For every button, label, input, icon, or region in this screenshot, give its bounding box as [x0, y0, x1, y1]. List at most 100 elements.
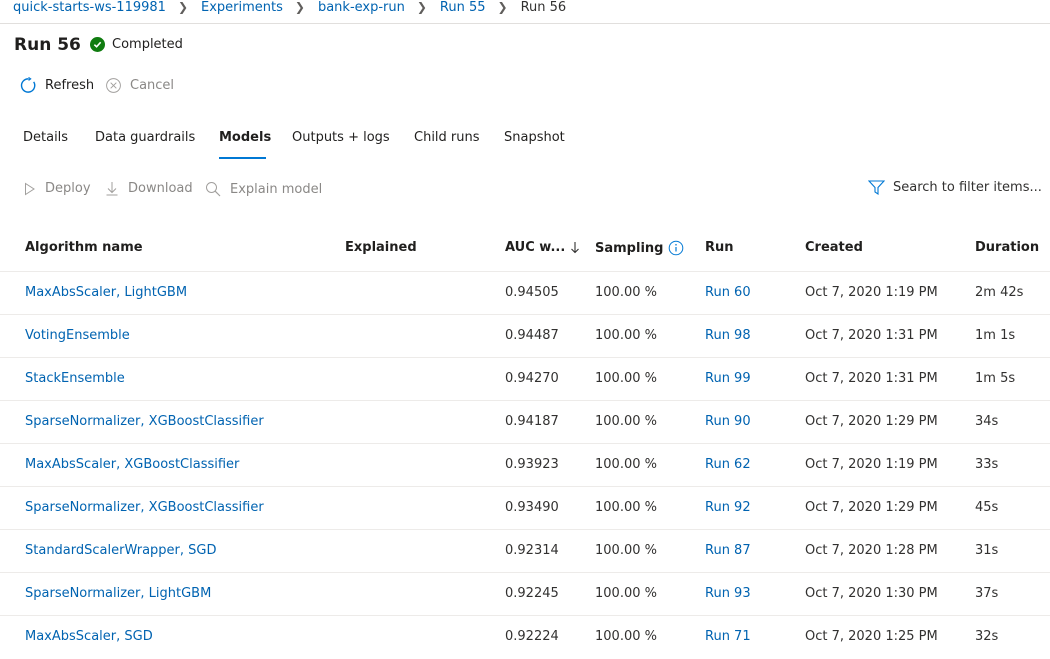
created-cell: Oct 7, 2020 1:19 PM [805, 285, 938, 300]
sampling-cell: 100.00 % [595, 328, 657, 343]
column-header-created[interactable]: Created [805, 240, 863, 255]
duration-cell: 32s [975, 629, 999, 644]
tab-outputs-logs[interactable]: Outputs + logs [292, 125, 390, 159]
auc-cell: 0.94487 [505, 328, 559, 343]
explain-model-button[interactable]: Explain model [205, 181, 322, 197]
deploy-button[interactable]: Deploy [24, 181, 91, 196]
algorithm-link[interactable]: SparseNormalizer, LightGBM [25, 586, 211, 601]
auc-cell: 0.92245 [505, 586, 559, 601]
table-row[interactable]: SparseNormalizer, LightGBM 0.92245 100.00 … [0, 572, 1050, 616]
column-header-auc[interactable]: AUC w... [505, 240, 580, 255]
sampling-cell: 100.00 % [595, 457, 657, 472]
table-row[interactable]: MaxAbsScaler, XGBoostClassifier 0.93923 10… [0, 443, 1050, 487]
page-title: Run 56 [14, 35, 81, 55]
created-cell: Oct 7, 2020 1:28 PM [805, 543, 938, 558]
download-label: Download [128, 181, 193, 196]
sampling-cell: 100.00 % [595, 629, 657, 644]
duration-cell: 31s [975, 543, 999, 558]
created-cell: Oct 7, 2020 1:30 PM [805, 586, 938, 601]
algorithm-link[interactable]: MaxAbsScaler, SGD [25, 629, 153, 644]
run-link[interactable]: Run 99 [705, 371, 751, 386]
cancel-label: Cancel [130, 78, 175, 93]
table-row[interactable]: MaxAbsScaler, SGD 0.92224 100.00 % Run 71 Oc… [0, 615, 1050, 659]
tab-snapshot[interactable]: Snapshot [504, 125, 565, 159]
column-header-sampling[interactable]: Sampling [595, 240, 684, 256]
download-icon [106, 182, 118, 196]
chevron-right-icon: ❯ [294, 0, 305, 14]
tab-data-guardrails[interactable]: Data guardrails [95, 125, 195, 159]
run-link[interactable]: Run 62 [705, 457, 751, 472]
table-row[interactable]: StandardScalerWrapper, SGD 0.92314 100.00 … [0, 529, 1050, 573]
run-link[interactable]: Run 90 [705, 414, 751, 429]
run-link[interactable]: Run 71 [705, 629, 751, 644]
sampling-cell: 100.00 % [595, 543, 657, 558]
sampling-cell: 100.00 % [595, 371, 657, 386]
sampling-cell: 100.00 % [595, 285, 657, 300]
play-icon [25, 182, 35, 195]
tab-models[interactable]: Models [219, 125, 271, 159]
run-link[interactable]: Run 92 [705, 500, 751, 515]
auc-cell: 0.94505 [505, 285, 559, 300]
breadcrumb-current: Run 56 [520, 0, 567, 15]
duration-cell: 2m 42s [975, 285, 1024, 300]
duration-cell: 33s [975, 457, 999, 472]
duration-cell: 37s [975, 586, 999, 601]
algorithm-link[interactable]: MaxAbsScaler, XGBoostClassifier [25, 457, 239, 472]
algorithm-link[interactable]: VotingEnsemble [25, 328, 130, 343]
search-placeholder: Search to filter items... [893, 180, 1042, 195]
column-header-sampling-label: Sampling [595, 240, 664, 256]
chevron-right-icon: ❯ [177, 0, 188, 14]
tab-details[interactable]: Details [23, 125, 68, 159]
created-cell: Oct 7, 2020 1:19 PM [805, 457, 938, 472]
table-row[interactable]: SparseNormalizer, XGBoostClassifier 0.934… [0, 486, 1050, 530]
refresh-button[interactable]: Refresh [20, 77, 94, 94]
breadcrumb-workspace-link[interactable]: quick-starts-ws-119981 [13, 0, 166, 15]
auc-cell: 0.92314 [505, 543, 559, 558]
deploy-label: Deploy [45, 181, 91, 196]
explain-model-label: Explain model [230, 181, 323, 197]
status-label: Completed [112, 37, 183, 52]
duration-cell: 1m 5s [975, 371, 1016, 386]
sampling-cell: 100.00 % [595, 586, 657, 601]
search-filter-input[interactable]: Search to filter items... [868, 180, 1042, 195]
auc-cell: 0.93923 [505, 457, 559, 472]
table-row[interactable]: SparseNormalizer, XGBoostClassifier 0.941… [0, 400, 1050, 444]
run-link[interactable]: Run 93 [705, 586, 751, 601]
tab-child-runs[interactable]: Child runs [414, 125, 480, 159]
chevron-right-icon: ❯ [416, 0, 427, 14]
breadcrumb-experiment-link[interactable]: bank-exp-run [318, 0, 405, 15]
column-header-run[interactable]: Run [705, 240, 734, 255]
algorithm-link[interactable]: StandardScalerWrapper, SGD [25, 543, 217, 558]
explain-search-icon [206, 182, 221, 197]
cancel-button[interactable]: Cancel [105, 77, 174, 94]
column-header-explained[interactable]: Explained [345, 240, 417, 255]
sampling-cell: 100.00 % [595, 414, 657, 429]
breadcrumb-experiments-link[interactable]: Experiments [201, 0, 283, 15]
algorithm-link[interactable]: SparseNormalizer, XGBoostClassifier [25, 500, 264, 515]
filter-icon [868, 180, 885, 195]
created-cell: Oct 7, 2020 1:29 PM [805, 414, 938, 429]
table-row[interactable]: MaxAbsScaler, LightGBM 0.94505 100.00 % Run… [0, 271, 1050, 315]
table-row[interactable]: VotingEnsemble 0.94487 100.00 % Run 98 Oct 7… [0, 314, 1050, 358]
created-cell: Oct 7, 2020 1:31 PM [805, 371, 938, 386]
cancel-icon [106, 78, 121, 93]
sort-descending-icon [571, 242, 580, 254]
column-header-algorithm[interactable]: Algorithm name [25, 240, 143, 255]
breadcrumb-parent-run-link[interactable]: Run 55 [440, 0, 486, 15]
run-link[interactable]: Run 87 [705, 543, 751, 558]
download-button[interactable]: Download [105, 181, 193, 196]
auc-cell: 0.94187 [505, 414, 559, 429]
auc-cell: 0.94270 [505, 371, 559, 386]
info-icon[interactable] [668, 240, 684, 256]
status-badge: Completed [90, 37, 183, 52]
run-link[interactable]: Run 98 [705, 328, 751, 343]
table-row[interactable]: StackEnsemble 0.94270 100.00 % Run 99 Oct 7,… [0, 357, 1050, 401]
run-link[interactable]: Run 60 [705, 285, 751, 300]
column-header-duration[interactable]: Duration [975, 240, 1039, 255]
algorithm-link[interactable]: SparseNormalizer, XGBoostClassifier [25, 414, 264, 429]
header-divider [0, 23, 1050, 24]
algorithm-link[interactable]: StackEnsemble [25, 371, 125, 386]
algorithm-link[interactable]: MaxAbsScaler, LightGBM [25, 285, 187, 300]
refresh-icon [20, 77, 36, 93]
breadcrumb: quick-starts-ws-119981 ❯ Experiments ❯ b… [13, 0, 566, 16]
